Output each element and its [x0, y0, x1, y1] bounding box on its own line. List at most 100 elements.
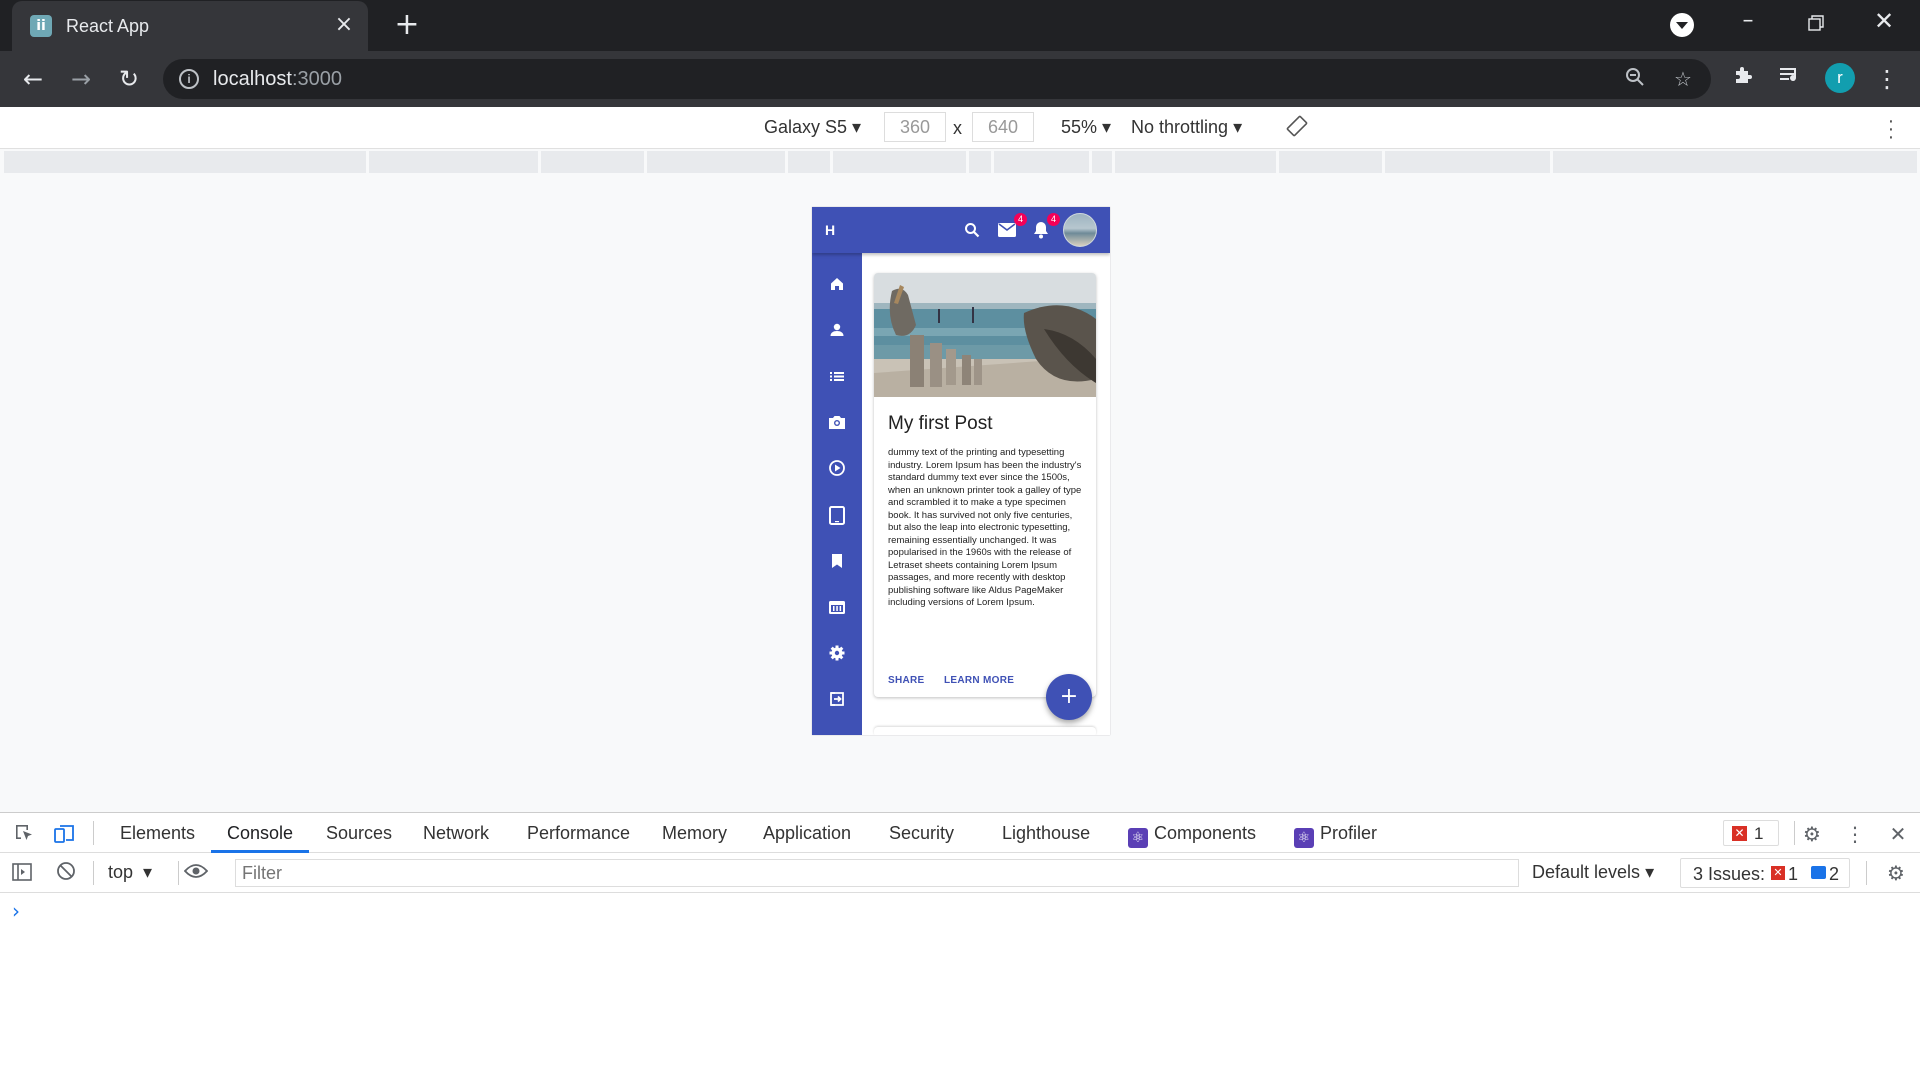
add-fab-button[interactable]: + [1046, 674, 1092, 720]
tab-search-icon[interactable] [1670, 13, 1694, 37]
extensions-icon[interactable] [1728, 64, 1758, 94]
tab-title: React App [66, 16, 150, 36]
home-icon[interactable] [826, 273, 848, 295]
media-query-segment[interactable] [1553, 151, 1917, 173]
console-prompt[interactable]: › [12, 899, 20, 923]
issues-info-count: 2 [1829, 864, 1840, 884]
tab-lighthouse[interactable]: Lighthouse [1002, 823, 1090, 844]
address-bar[interactable]: i localhost:3000 ☆ [163, 59, 1711, 99]
tab-profiler[interactable]: ⚛ Profiler [1294, 823, 1377, 848]
post-card: My first Post dummy text of the printing… [874, 273, 1096, 697]
tablet-icon[interactable] [826, 504, 848, 526]
context-select[interactable]: top ▾ [108, 862, 152, 883]
settings-icon[interactable] [826, 642, 848, 664]
media-query-segment[interactable] [4, 151, 366, 173]
menu-kebab-icon[interactable]: ⋮ [1872, 64, 1902, 94]
react-icon: ⚛ [1294, 828, 1314, 848]
tab-close-icon[interactable]: × [332, 13, 356, 37]
url-text[interactable]: localhost:3000 [213, 68, 342, 91]
person-icon[interactable] [826, 319, 848, 341]
media-query-segment[interactable] [1385, 151, 1550, 173]
tab-security[interactable]: Security [889, 823, 954, 844]
media-query-segment[interactable] [994, 151, 1089, 173]
console-settings-icon[interactable]: ⚙ [1884, 861, 1908, 885]
search-icon[interactable] [961, 219, 983, 241]
reload-icon[interactable]: ↻ [114, 64, 144, 94]
device-more-icon[interactable]: · · · [1886, 111, 1896, 147]
media-query-segment[interactable] [647, 151, 785, 173]
back-icon[interactable]: ← [18, 64, 48, 94]
clear-console-icon[interactable] [54, 861, 78, 885]
media-controls-icon[interactable] [1775, 64, 1805, 94]
browser-tab[interactable]: ii React App × [12, 1, 368, 51]
post-body: dummy text of the printing and typesetti… [888, 447, 1082, 608]
media-query-segment[interactable] [969, 151, 991, 173]
media-query-bar[interactable] [0, 149, 1920, 175]
width-input[interactable]: 360 [884, 112, 946, 142]
media-query-segment[interactable] [369, 151, 538, 173]
console-output[interactable]: › [0, 893, 1920, 1080]
list-icon[interactable] [826, 365, 848, 387]
issue-info-icon [1811, 866, 1826, 879]
store-icon[interactable] [826, 596, 848, 618]
app-logo[interactable]: H [825, 222, 835, 238]
share-button[interactable]: SHARE [888, 675, 925, 686]
close-devtools-icon[interactable]: ✕ [1886, 822, 1910, 846]
toolbar-divider [1794, 821, 1795, 845]
inspect-element-icon[interactable] [12, 822, 36, 846]
profile-avatar[interactable]: r [1825, 63, 1855, 93]
device-toggle-icon[interactable] [52, 822, 76, 846]
tab-performance[interactable]: Performance [527, 823, 630, 844]
device-select[interactable]: Galaxy S5 ▾ [764, 117, 861, 138]
restore-button[interactable] [1796, 6, 1836, 42]
notification-badge: 4 [1047, 213, 1060, 226]
bookmark-star-icon[interactable]: ☆ [1671, 67, 1695, 91]
tab-components[interactable]: ⚛ Components [1128, 823, 1256, 848]
post-image [874, 273, 1096, 397]
console-filter-input[interactable] [235, 859, 1519, 887]
rotate-icon[interactable] [1286, 115, 1308, 142]
new-tab-button[interactable]: + [392, 10, 422, 41]
play-circle-icon[interactable] [826, 457, 848, 479]
media-query-segment[interactable] [833, 151, 966, 173]
camera-icon[interactable] [826, 411, 848, 433]
minimize-button[interactable]: – [1728, 6, 1768, 42]
main-content: My first Post dummy text of the printing… [862, 253, 1110, 735]
tab-elements[interactable]: Elements [120, 823, 195, 844]
sidebar-nav [812, 253, 862, 735]
close-window-button[interactable]: ✕ [1864, 6, 1904, 42]
learn-more-button[interactable]: LEARN MORE [944, 675, 1014, 686]
forward-icon[interactable]: → [66, 64, 96, 94]
tab-console[interactable]: Console [227, 823, 293, 844]
zoom-icon[interactable] [1623, 67, 1647, 91]
logout-icon[interactable] [826, 688, 848, 710]
issues-error-count: 1 [1788, 864, 1799, 884]
zoom-select[interactable]: 55% ▾ [1061, 117, 1111, 138]
console-toolbar: top ▾ Default levels ▾ 3 Issues: ✕ 1 2 ⚙ [0, 853, 1920, 893]
height-input[interactable]: 640 [972, 112, 1034, 142]
tab-application[interactable]: Application [763, 823, 851, 844]
devtools-more-icon[interactable]: ⋮ [1843, 822, 1867, 846]
devtools-tabbar: Elements Console Sources Network Perform… [0, 812, 1920, 853]
issues-button[interactable]: 3 Issues: ✕ 1 2 [1680, 858, 1850, 888]
error-count-badge[interactable]: ✕ 1 [1723, 820, 1779, 846]
tab-network[interactable]: Network [423, 823, 489, 844]
user-avatar[interactable] [1063, 213, 1097, 247]
sidebar-toggle-icon[interactable] [10, 861, 34, 885]
device-toolbar: Galaxy S5 ▾ 360 x 640 55% ▾ No throttlin… [0, 107, 1920, 149]
tab-sources[interactable]: Sources [326, 823, 392, 844]
live-expression-eye-icon[interactable] [183, 861, 209, 885]
throttling-select[interactable]: No throttling ▾ [1131, 117, 1242, 138]
settings-gear-icon[interactable]: ⚙ [1800, 822, 1824, 846]
media-query-segment[interactable] [1115, 151, 1276, 173]
log-levels-select[interactable]: Default levels ▾ [1532, 862, 1654, 883]
media-query-segment[interactable] [1279, 151, 1382, 173]
react-icon: ⚛ [1128, 828, 1148, 848]
bookmark-icon[interactable] [826, 550, 848, 572]
info-icon[interactable]: i [179, 69, 199, 89]
media-query-segment[interactable] [541, 151, 644, 173]
media-query-segment[interactable] [1092, 151, 1112, 173]
issue-error-icon: ✕ [1771, 866, 1785, 880]
tab-memory[interactable]: Memory [662, 823, 727, 844]
media-query-segment[interactable] [788, 151, 830, 173]
